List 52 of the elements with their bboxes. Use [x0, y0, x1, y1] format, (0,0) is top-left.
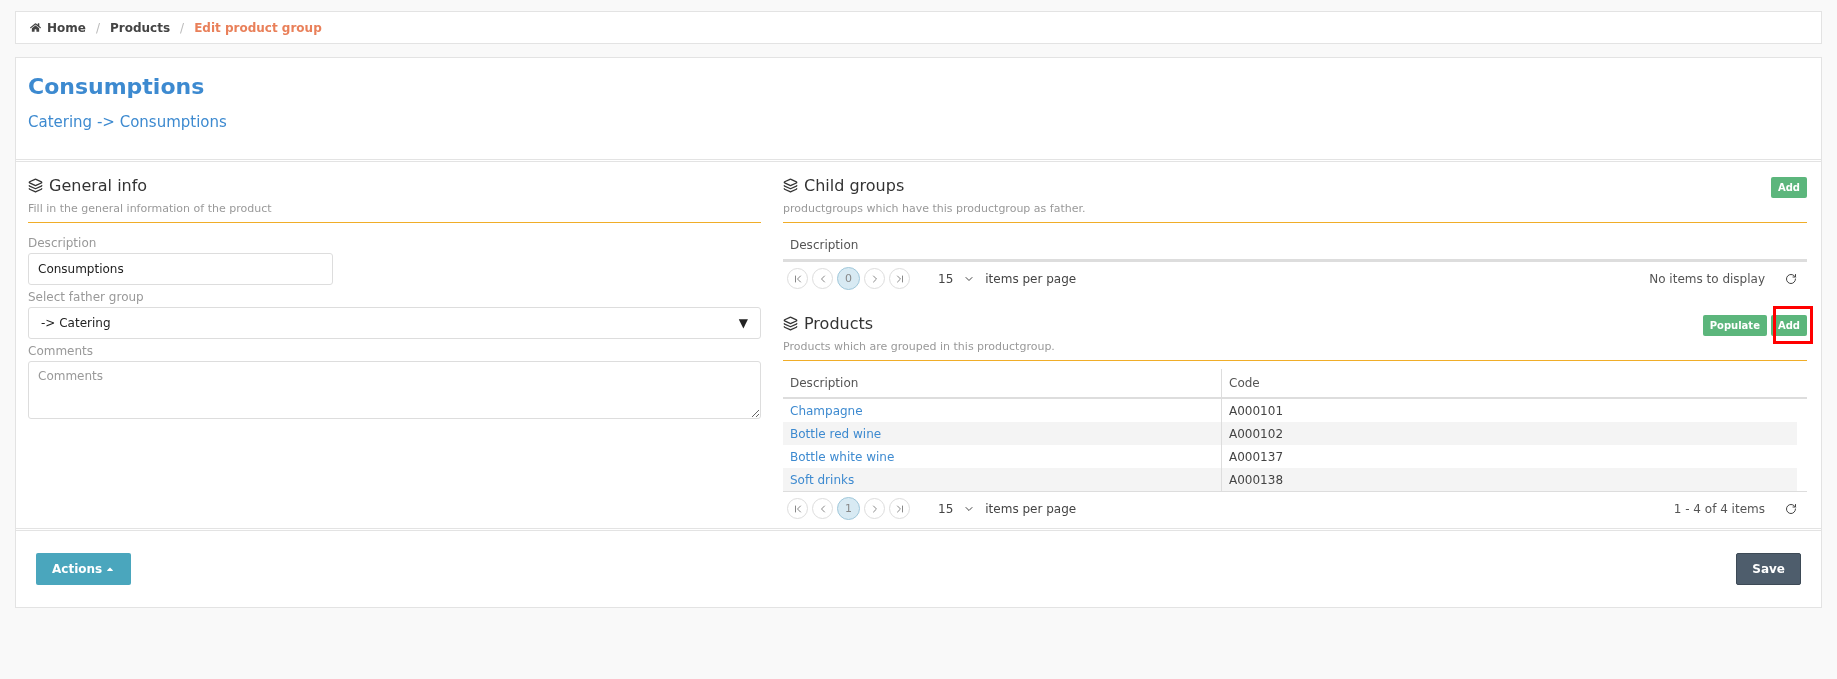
product-link[interactable]: Bottle red wine	[790, 427, 882, 441]
page-size-value[interactable]: 15	[938, 271, 954, 286]
product-link[interactable]: Bottle white wine	[790, 450, 895, 464]
add-button[interactable]: Add	[1770, 177, 1807, 198]
per-page-label: items per page	[985, 271, 1077, 286]
add-button[interactable]: Add	[1770, 315, 1807, 336]
column-header: Description	[783, 231, 1807, 261]
pager-status: No items to display	[1649, 271, 1765, 286]
breadcrumb-separator: /	[95, 20, 100, 35]
page-size-value[interactable]: 15	[938, 501, 954, 516]
product-link[interactable]: Champagne	[790, 404, 863, 418]
field-label: Description	[28, 236, 98, 250]
breadcrumb-separator: /	[180, 20, 185, 35]
home-icon	[30, 22, 41, 33]
description-field[interactable]: Consumptions	[28, 253, 333, 285]
refresh-icon[interactable]	[1785, 502, 1797, 515]
comments-field[interactable]: Comments	[28, 361, 761, 419]
section-title: General info	[49, 176, 148, 195]
first-page-button[interactable]	[787, 498, 808, 519]
last-page-button[interactable]	[889, 268, 910, 289]
field-label: Select father group	[28, 290, 145, 304]
section-title: Products	[804, 314, 874, 333]
section-subtitle: productgroups which have this productgroup as father.	[783, 202, 1086, 215]
save-button[interactable]: Save	[1736, 553, 1801, 585]
page-title: Consumptions	[28, 74, 206, 99]
next-page-button[interactable]	[864, 268, 885, 289]
first-page-button[interactable]	[787, 268, 808, 289]
section-title: Child groups	[804, 176, 905, 195]
section-subtitle: Fill in the general information of the product	[28, 202, 272, 215]
layers-icon	[28, 178, 43, 193]
layers-icon	[783, 316, 798, 331]
field-label: Comments	[28, 344, 95, 358]
previous-page-button[interactable]	[812, 268, 833, 289]
per-page-label: items per page	[985, 501, 1077, 516]
breadcrumb-link[interactable]: Home	[30, 20, 86, 35]
product-link[interactable]: Soft drinks	[790, 473, 855, 487]
page-button[interactable]: 1	[837, 497, 860, 520]
pager-status: 1 - 4 of 4 items	[1673, 501, 1765, 516]
previous-page-button[interactable]	[812, 498, 833, 519]
table-cell: A000138	[1221, 468, 1797, 491]
layers-icon	[783, 178, 798, 193]
page-button[interactable]: 0	[837, 267, 860, 290]
populate-button[interactable]: Populate	[1702, 315, 1767, 336]
refresh-icon[interactable]	[1785, 272, 1797, 285]
breadcrumb-link[interactable]: Edit product group	[194, 20, 322, 35]
section-subtitle: Products which are grouped in this productgroup.	[783, 340, 1055, 353]
next-page-button[interactable]	[864, 498, 885, 519]
father-group-select[interactable]: -> Catering ▼	[28, 307, 761, 339]
last-page-button[interactable]	[889, 498, 910, 519]
breadcrumb-link[interactable]: Products	[110, 20, 171, 35]
group-path: Catering -> Consumptions	[28, 113, 228, 131]
actions-button[interactable]: Actions	[36, 553, 132, 585]
